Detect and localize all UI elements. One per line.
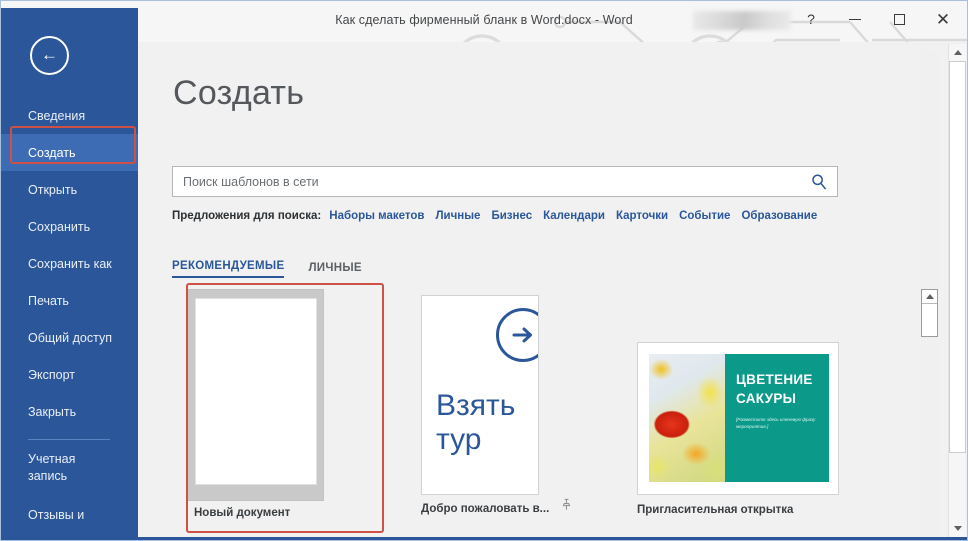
- scroll-down-button[interactable]: [949, 520, 966, 537]
- sidebar-item-account[interactable]: Учетная запись: [0, 446, 110, 496]
- sidebar-item-info[interactable]: Сведения: [0, 97, 138, 134]
- card-footer: Пригласительная открытка: [637, 495, 839, 516]
- redacted-account-label: [693, 11, 791, 30]
- template-thumbnail[interactable]: ЦВЕТЕНИЕ САКУРЫ [Разместите здесь ключев…: [637, 342, 839, 495]
- suggestion-link-personal[interactable]: Личные: [435, 210, 480, 222]
- tour-text-line2: тур: [436, 423, 482, 456]
- invitation-subtitle: [Разместите здесь ключевую фразу меропри…: [736, 417, 816, 429]
- suggestion-link-business[interactable]: Бизнес: [491, 210, 532, 222]
- sidebar-divider: [28, 439, 110, 440]
- invitation-text-panel: ЦВЕТЕНИЕ САКУРЫ [Разместите здесь ключев…: [725, 354, 829, 482]
- gallery-scrollbar[interactable]: [921, 50, 938, 541]
- sidebar-item-new[interactable]: Создать: [0, 134, 138, 171]
- sidebar-item-label: Учетная запись: [28, 452, 76, 483]
- suggestion-link-education[interactable]: Образование: [741, 210, 817, 222]
- arrow-right-icon: [496, 308, 538, 362]
- search-suggestions: Предложения для поиска: Наборы макетов Лич…: [172, 207, 832, 226]
- backstage-sidebar: ← Сведения Создать Открыть Сохранить Сох…: [0, 8, 138, 541]
- close-button[interactable]: ✕: [926, 6, 960, 32]
- suggestion-link-calendars[interactable]: Календари: [543, 210, 605, 222]
- sidebar-item-save-as[interactable]: Сохранить как: [0, 245, 138, 282]
- tab-personal[interactable]: ЛИЧНЫЕ: [308, 262, 361, 278]
- maximize-button[interactable]: [882, 6, 916, 32]
- page-title: Создать: [173, 74, 305, 112]
- sidebar-item-close[interactable]: Закрыть: [0, 393, 138, 430]
- suggestion-link-event[interactable]: Событие: [679, 210, 730, 222]
- sidebar-item-export[interactable]: Экспорт: [0, 356, 138, 393]
- sidebar-item-label: Сохранить: [28, 219, 91, 234]
- chevron-down-icon: [953, 526, 962, 531]
- sidebar-item-share[interactable]: Общий доступ: [0, 319, 138, 356]
- search-icon[interactable]: [809, 172, 829, 192]
- flowers-photo: [649, 354, 725, 482]
- sidebar-item-print[interactable]: Печать: [0, 282, 138, 319]
- help-icon: ?: [807, 11, 815, 27]
- invitation-title-line1: ЦВЕТЕНИЕ: [736, 372, 813, 387]
- search-input[interactable]: [183, 167, 793, 196]
- pin-icon[interactable]: [561, 498, 572, 513]
- template-thumbnail[interactable]: [186, 289, 324, 501]
- template-card-label: Пригласительная открытка: [637, 504, 794, 516]
- template-card-label: Новый документ: [194, 507, 291, 519]
- sidebar-item-label: Печать: [28, 293, 69, 308]
- sidebar-item-label: Создать: [28, 145, 76, 160]
- template-search-box[interactable]: [172, 166, 838, 197]
- minimize-icon: [849, 18, 861, 20]
- minimize-button[interactable]: [838, 6, 872, 32]
- back-arrow-icon: ←: [41, 45, 58, 64]
- invitation-preview: ЦВЕТЕНИЕ САКУРЫ [Разместите здесь ключев…: [649, 354, 829, 482]
- tour-thumbnail-text: Взять тур: [436, 389, 515, 457]
- template-gallery: Новый документ Взять тур Добро пожаловат…: [172, 289, 917, 541]
- maximize-icon: [893, 13, 905, 25]
- suggestion-link-layout-sets[interactable]: Наборы макетов: [329, 210, 424, 222]
- scroll-up-button[interactable]: [949, 44, 966, 61]
- template-card-invitation[interactable]: ЦВЕТЕНИЕ САКУРЫ [Разместите здесь ключев…: [637, 342, 839, 516]
- sidebar-item-label: Общий доступ: [28, 330, 112, 345]
- gallery-scrollbar-thumb[interactable]: [921, 289, 938, 337]
- close-icon: ✕: [935, 9, 951, 29]
- gallery-scroll-up-icon[interactable]: [922, 290, 937, 304]
- template-tabs: РЕКОМЕНДУЕМЫЕ ЛИЧНЫЕ: [172, 260, 362, 278]
- sidebar-item-label: Сохранить как: [28, 256, 112, 271]
- window-scrollbar-thumb[interactable]: [949, 61, 966, 453]
- blank-page-preview: [195, 298, 317, 485]
- sidebar-item-label: Сведения: [28, 108, 86, 123]
- title-bar: Как сделать фирменный бланк в Word.docx …: [0, 0, 968, 42]
- help-button[interactable]: ?: [794, 6, 828, 32]
- suggestion-link-cards[interactable]: Карточки: [616, 210, 668, 222]
- card-footer: Новый документ: [186, 501, 324, 519]
- template-card-blank-document[interactable]: Новый документ: [186, 289, 346, 533]
- sidebar-item-label: Закрыть: [28, 404, 77, 419]
- card-footer: Добро пожаловать в...: [421, 495, 572, 515]
- sidebar-nav: Сведения Создать Открыть Сохранить Сохра…: [0, 97, 138, 533]
- template-card-label: Добро пожаловать в...: [421, 503, 550, 515]
- tab-recommended[interactable]: РЕКОМЕНДУЕМЫЕ: [172, 260, 285, 278]
- invitation-title-line2: САКУРЫ: [736, 391, 797, 406]
- sidebar-item-label: Отзывы и: [28, 507, 85, 522]
- window-scrollbar[interactable]: [948, 44, 966, 537]
- template-thumbnail[interactable]: Взять тур: [421, 295, 539, 495]
- sidebar-item-label: Экспорт: [28, 367, 75, 382]
- sidebar-item-open[interactable]: Открыть: [0, 171, 138, 208]
- backstage-content: Создать Предложения для поиска: Наборы ма…: [138, 42, 930, 541]
- sidebar-item-save[interactable]: Сохранить: [0, 208, 138, 245]
- word-backstage-window: Как сделать фирменный бланк в Word.docx …: [0, 0, 968, 541]
- sidebar-item-label: Открыть: [28, 182, 78, 197]
- suggestions-label: Предложения для поиска:: [172, 210, 322, 222]
- back-button[interactable]: ←: [30, 36, 69, 75]
- window-bottom-accent-strip: [0, 537, 968, 541]
- tour-text-line1: Взять: [436, 389, 516, 422]
- template-card-take-a-tour[interactable]: Взять тур Добро пожаловать в...: [421, 295, 572, 515]
- sidebar-item-feedback[interactable]: Отзывы и: [0, 496, 138, 533]
- chevron-up-icon: [953, 50, 962, 55]
